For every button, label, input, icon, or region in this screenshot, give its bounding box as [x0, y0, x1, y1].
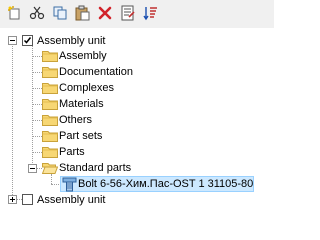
expand-toggle[interactable]: [8, 195, 17, 204]
tree-connector: [32, 104, 42, 105]
folder-icon: [42, 147, 58, 158]
folder-open-icon: [42, 163, 58, 174]
delete-icon[interactable]: [95, 3, 115, 23]
tree-connector: [51, 174, 52, 184]
root2-label[interactable]: Assembly unit: [37, 193, 105, 207]
tree-connector: [32, 56, 42, 57]
properties-icon[interactable]: [118, 3, 138, 23]
folder-label: Others: [59, 114, 93, 126]
new-icon[interactable]: [5, 3, 25, 23]
folder-label: Parts: [59, 146, 85, 158]
root-label[interactable]: Assembly unit: [37, 34, 105, 48]
tree-connector: [32, 72, 42, 73]
toolbar: [0, 0, 274, 28]
tree-connector: [32, 136, 42, 137]
tree-connector: [32, 152, 42, 153]
paste-icon[interactable]: [72, 3, 92, 23]
root-checkbox[interactable]: [22, 35, 33, 46]
bolt-icon: [62, 177, 77, 192]
folder-icon: [42, 83, 58, 94]
tree-connector: [32, 88, 42, 89]
folder-label: Standard parts: [59, 162, 132, 174]
root2-checkbox[interactable]: [22, 194, 33, 205]
folder-icon: [42, 115, 58, 126]
folder-icon: [42, 99, 58, 110]
bolt-label: Bolt 6-56-Хим.Пас-OST 1 31105-80: [78, 178, 254, 190]
folder-label: Complexes: [59, 82, 115, 94]
collapse-toggle[interactable]: [28, 164, 37, 173]
folder-label: Assembly: [59, 50, 107, 62]
folder-label: Part sets: [59, 130, 103, 142]
folder-label: Documentation: [59, 66, 133, 78]
cut-icon[interactable]: [27, 3, 47, 23]
tree-connector: [32, 120, 42, 121]
tree-connector: [12, 44, 13, 199]
sort-icon[interactable]: [141, 3, 161, 23]
collapse-toggle[interactable]: [8, 36, 17, 45]
tree-view: Assembly unit Assembly Documentation Com…: [0, 28, 274, 215]
folder-label: Materials: [59, 98, 104, 110]
folder-icon: [42, 51, 58, 62]
copy-icon[interactable]: [50, 3, 70, 23]
folder-icon: [42, 67, 58, 78]
folder-icon: [42, 131, 58, 142]
